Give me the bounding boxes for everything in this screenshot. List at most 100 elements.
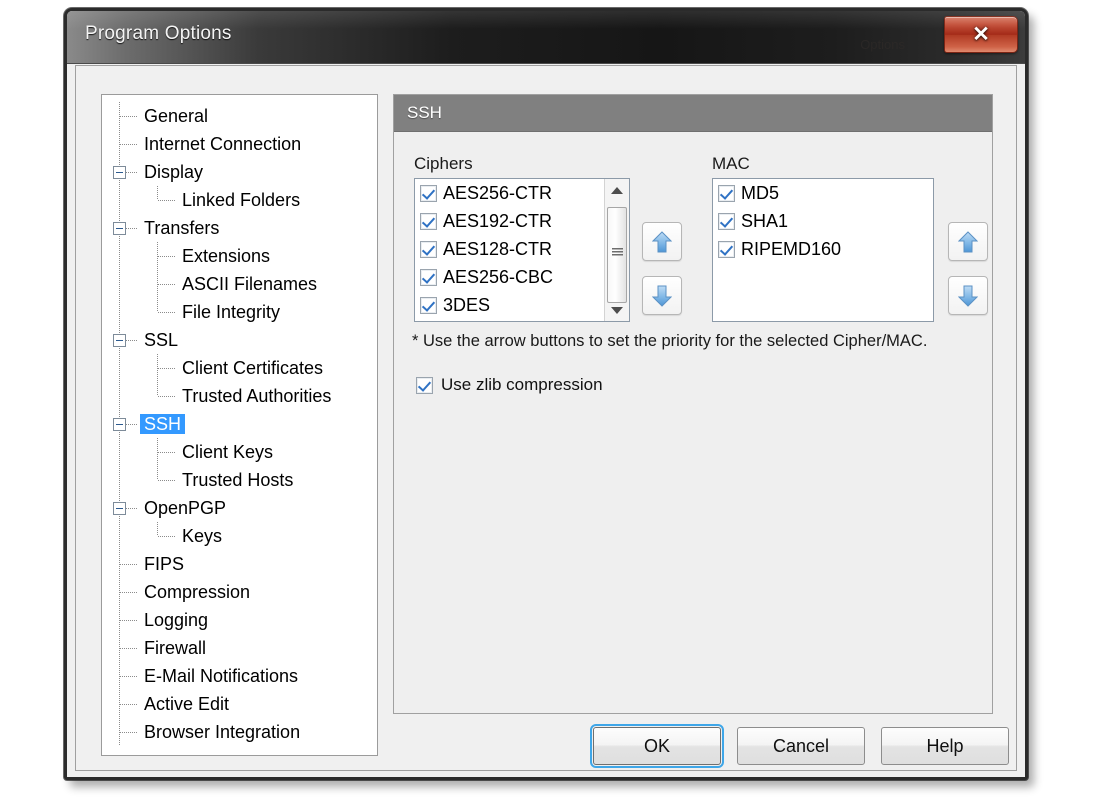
tree-guide-line <box>157 382 158 396</box>
tree-guide-line <box>158 256 176 257</box>
sidebar-item-general[interactable]: General <box>102 102 377 130</box>
ciphers-scrollbar[interactable] <box>604 179 629 321</box>
cipher-list-item[interactable]: AES256-CTR <box>415 179 629 207</box>
tree-guide-line <box>126 228 138 229</box>
scrollbar-thumb[interactable] <box>607 207 627 303</box>
sidebar-item-file-integrity[interactable]: File Integrity <box>102 298 377 326</box>
screen: Program Options Options ✕ General Interne… <box>0 0 1100 800</box>
sidebar-item-label: Browser Integration <box>144 722 301 742</box>
tree-guide-line <box>120 676 138 677</box>
zlib-compression-checkbox-row[interactable]: Use zlib compression <box>416 375 603 395</box>
tree-collapse-icon[interactable] <box>113 222 126 235</box>
tree-guide-line <box>120 704 138 705</box>
ciphers-listbox[interactable]: AES256-CTR AES192-CTR AES128-CTR AES256-CBC… <box>414 178 630 322</box>
arrow-down-icon <box>958 285 978 307</box>
cipher-item-checkbox[interactable] <box>420 212 437 230</box>
sidebar-item-label: Client Keys <box>182 442 274 462</box>
mac-move-down-button[interactable] <box>948 276 988 315</box>
ok-button[interactable]: OK <box>590 724 724 768</box>
sidebar-item-linked-folders[interactable]: Linked Folders <box>102 186 377 214</box>
sidebar-item-display[interactable]: Display <box>102 158 377 186</box>
tree-guide-line <box>119 466 120 494</box>
sidebar-item-internet-connection[interactable]: Internet Connection <box>102 130 377 158</box>
tree-collapse-icon[interactable] <box>113 334 126 347</box>
ciphers-label: Ciphers <box>414 154 473 173</box>
sidebar-item-trusted-authorities[interactable]: Trusted Authorities <box>102 382 377 410</box>
sidebar-item-label: General <box>144 106 209 126</box>
tree-guide-line <box>158 312 176 313</box>
sidebar-item-e-mail-notifications[interactable]: E-Mail Notifications <box>102 662 377 690</box>
zlib-checkbox[interactable] <box>416 376 433 394</box>
cipher-item-checkbox[interactable] <box>420 184 437 202</box>
cancel-button[interactable]: Cancel <box>737 727 865 765</box>
sidebar-item-label: Firewall <box>144 638 207 658</box>
window-close-button[interactable]: ✕ <box>944 16 1018 53</box>
tree-guide-line <box>119 186 120 214</box>
sidebar-item-logging[interactable]: Logging <box>102 606 377 634</box>
sidebar-item-label: Keys <box>182 526 223 546</box>
ciphers-move-down-button[interactable] <box>642 276 682 315</box>
cipher-item-label: AES128-CTR <box>443 239 553 259</box>
sidebar-item-fips[interactable]: FIPS <box>102 550 377 578</box>
sidebar-item-label: Client Certificates <box>182 358 324 378</box>
mac-item-checkbox[interactable] <box>718 212 735 230</box>
cipher-item-checkbox[interactable] <box>420 268 437 286</box>
sidebar-item-trusted-hosts[interactable]: Trusted Hosts <box>102 466 377 494</box>
tree-guide-line <box>119 354 120 382</box>
tree-collapse-icon[interactable] <box>113 166 126 179</box>
mac-item-checkbox[interactable] <box>718 184 735 202</box>
mac-listbox[interactable]: MD5 SHA1 RIPEMD160 <box>712 178 934 322</box>
tree-collapse-icon[interactable] <box>113 502 126 515</box>
window-title: Program Options <box>85 23 232 44</box>
sidebar-item-client-keys[interactable]: Client Keys <box>102 438 377 466</box>
close-icon: ✕ <box>972 23 990 46</box>
sidebar-item-label: ASCII Filenames <box>182 274 318 294</box>
scroll-down-button[interactable] <box>605 299 629 321</box>
cipher-list-item[interactable]: AES256-CBC <box>415 263 629 291</box>
tree-guide-line <box>158 200 176 201</box>
cipher-list-item[interactable]: AES192-CTR <box>415 207 629 235</box>
tree-guide-line <box>120 732 138 733</box>
sidebar-item-ssh[interactable]: SSH <box>102 410 377 438</box>
sidebar-item-ssl[interactable]: SSL <box>102 326 377 354</box>
triangle-up-icon <box>611 186 623 194</box>
sidebar-item-label: SSH <box>140 414 186 434</box>
tree-guide-line <box>120 144 138 145</box>
sidebar-item-client-certificates[interactable]: Client Certificates <box>102 354 377 382</box>
sidebar-item-browser-integration[interactable]: Browser Integration <box>102 718 377 746</box>
tree-guide-line <box>120 116 138 117</box>
sidebar-item-transfers[interactable]: Transfers <box>102 214 377 242</box>
mac-move-up-button[interactable] <box>948 222 988 261</box>
cipher-item-checkbox[interactable] <box>420 296 437 314</box>
cipher-list-item[interactable]: AES128-CTR <box>415 235 629 263</box>
tree-guide-line <box>126 424 138 425</box>
scroll-up-button[interactable] <box>605 179 629 201</box>
mac-item-checkbox[interactable] <box>718 240 735 258</box>
window-title-watermark: Options <box>860 37 905 52</box>
settings-tree[interactable]: General Internet Connection Display Linked … <box>101 94 378 756</box>
sidebar-item-openpgp[interactable]: OpenPGP <box>102 494 377 522</box>
sidebar-item-firewall[interactable]: Firewall <box>102 634 377 662</box>
cipher-item-label: AES256-CBC <box>443 267 554 287</box>
tree-guide-line <box>120 620 138 621</box>
tree-collapse-icon[interactable] <box>113 418 126 431</box>
sidebar-item-ascii-filenames[interactable]: ASCII Filenames <box>102 270 377 298</box>
arrow-down-icon <box>652 285 672 307</box>
ciphers-move-up-button[interactable] <box>642 222 682 261</box>
mac-list-item[interactable]: SHA1 <box>713 207 933 235</box>
cipher-list-item[interactable]: 3DES <box>415 291 629 319</box>
sidebar-item-label: Logging <box>144 610 209 630</box>
cipher-list-item[interactable]: AES192-CBC <box>415 319 629 321</box>
sidebar-item-keys[interactable]: Keys <box>102 522 377 550</box>
sidebar-item-active-edit[interactable]: Active Edit <box>102 690 377 718</box>
cipher-item-checkbox[interactable] <box>420 240 437 258</box>
sidebar-item-label: File Integrity <box>182 302 281 322</box>
mac-list-item[interactable]: MD5 <box>713 179 933 207</box>
sidebar-item-label: Linked Folders <box>182 190 301 210</box>
help-button[interactable]: Help <box>881 727 1009 765</box>
scrollbar-grip-icon <box>612 248 623 257</box>
mac-list-item[interactable]: RIPEMD160 <box>713 235 933 263</box>
sidebar-item-extensions[interactable]: Extensions <box>102 242 377 270</box>
cipher-item-label: 3DES <box>443 295 491 315</box>
sidebar-item-compression[interactable]: Compression <box>102 578 377 606</box>
